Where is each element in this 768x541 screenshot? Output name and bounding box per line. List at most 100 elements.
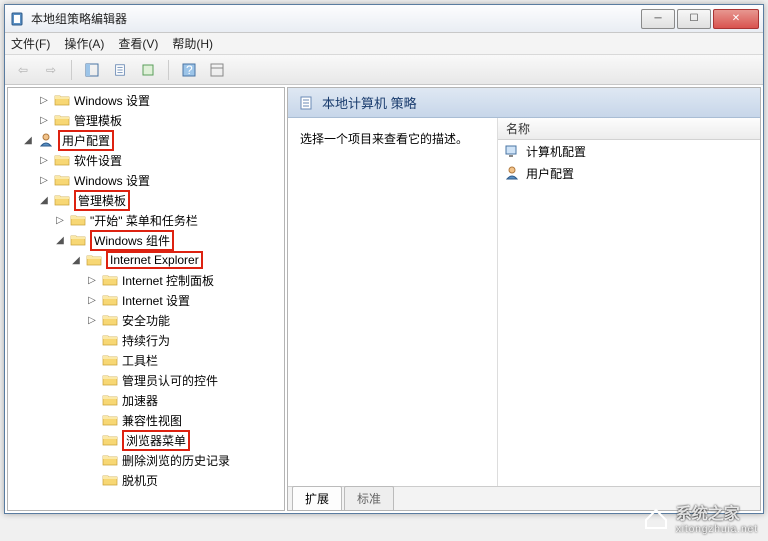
collapse-icon[interactable]: ◢ xyxy=(54,235,66,246)
tree-label: Windows 组件 xyxy=(90,230,174,251)
tree-label: 用户配置 xyxy=(58,130,114,151)
collapse-icon[interactable]: ◢ xyxy=(70,255,82,266)
tree-item[interactable]: ▷ 安全功能 xyxy=(8,310,284,330)
watermark: 系统之家 xitongzhuia.net xyxy=(642,500,758,535)
folder-icon xyxy=(54,153,70,167)
show-tree-button[interactable] xyxy=(80,59,104,81)
right-header-title: 本地计算机 策略 xyxy=(322,93,417,112)
tree-item[interactable]: 加速器 xyxy=(8,390,284,410)
menu-action[interactable]: 操作(A) xyxy=(64,35,104,52)
folder-icon xyxy=(54,193,70,207)
tree-item[interactable]: ▷ 管理模板 xyxy=(8,110,284,130)
properties-button[interactable] xyxy=(108,59,132,81)
menubar: 文件(F) 操作(A) 查看(V) 帮助(H) xyxy=(5,33,763,55)
expand-icon[interactable]: ▷ xyxy=(38,155,50,166)
list-item-user-config[interactable]: 用户配置 xyxy=(498,162,760,184)
tree-pane: ▷ Windows 设置 ▷ 管理模板 ◢ 用户配置 ▷ 软件 xyxy=(7,87,285,511)
folder-icon xyxy=(102,333,118,347)
collapse-icon[interactable]: ◢ xyxy=(38,195,50,206)
tree-label: Windows 设置 xyxy=(74,92,150,109)
folder-icon xyxy=(54,173,70,187)
expand-icon[interactable]: ▷ xyxy=(38,115,50,126)
folder-icon xyxy=(102,413,118,427)
tree-scroll[interactable]: ▷ Windows 设置 ▷ 管理模板 ◢ 用户配置 ▷ 软件 xyxy=(8,88,284,510)
tree-item[interactable]: 脱机页 xyxy=(8,470,284,490)
folder-icon xyxy=(102,473,118,487)
toolbar-sep xyxy=(71,60,72,80)
toolbar-sep xyxy=(168,60,169,80)
back-button[interactable]: ⇦ xyxy=(11,59,35,81)
folder-icon xyxy=(102,453,118,467)
minimize-button[interactable]: ─ xyxy=(641,9,675,29)
list-item-computer-config[interactable]: 计算机配置 xyxy=(498,140,760,162)
forward-button[interactable]: ⇨ xyxy=(39,59,63,81)
window-title: 本地组策略编辑器 xyxy=(31,10,639,27)
expand-icon[interactable]: ▷ xyxy=(86,315,98,326)
close-button[interactable]: ✕ xyxy=(713,9,759,29)
tree-item-ie[interactable]: ◢ Internet Explorer xyxy=(8,250,284,270)
folder-icon xyxy=(102,313,118,327)
tree-item[interactable]: 管理员认可的控件 xyxy=(8,370,284,390)
tree-item[interactable]: 兼容性视图 xyxy=(8,410,284,430)
tree-item[interactable]: ▷ Windows 设置 xyxy=(8,90,284,110)
house-icon xyxy=(642,506,670,530)
tab-extended[interactable]: 扩展 xyxy=(292,486,342,510)
tree-item[interactable]: ▷ "开始" 菜单和任务栏 xyxy=(8,210,284,230)
tab-standard[interactable]: 标准 xyxy=(344,486,394,510)
list-pane: 名称 计算机配置 用户配置 xyxy=(498,118,760,486)
tree-item[interactable]: 工具栏 xyxy=(8,350,284,370)
tree-item[interactable]: ▷ Internet 控制面板 xyxy=(8,270,284,290)
tree-item[interactable]: ▷ Internet 设置 xyxy=(8,290,284,310)
svg-text:?: ? xyxy=(186,63,193,77)
tree-item-user-config[interactable]: ◢ 用户配置 xyxy=(8,130,284,150)
tree-label: 兼容性视图 xyxy=(122,412,182,429)
titlebar[interactable]: 本地组策略编辑器 ─ ☐ ✕ xyxy=(5,5,763,33)
folder-icon xyxy=(86,253,102,267)
expand-icon[interactable]: ▷ xyxy=(54,215,66,226)
menu-view[interactable]: 查看(V) xyxy=(118,35,158,52)
menu-file[interactable]: 文件(F) xyxy=(11,35,50,52)
tree-label: 加速器 xyxy=(122,392,158,409)
list-item-label: 计算机配置 xyxy=(526,143,586,160)
toolbar: ⇦ ⇨ ? xyxy=(5,55,763,85)
description-pane: 选择一个项目来查看它的描述。 xyxy=(288,118,498,486)
tree-label: 持续行为 xyxy=(122,332,170,349)
user-icon xyxy=(38,132,54,148)
tree-item-windows-components[interactable]: ◢ Windows 组件 xyxy=(8,230,284,250)
column-header-name[interactable]: 名称 xyxy=(498,118,760,140)
menu-help[interactable]: 帮助(H) xyxy=(172,35,213,52)
tree-label: 工具栏 xyxy=(122,352,158,369)
maximize-button[interactable]: ☐ xyxy=(677,9,711,29)
folder-icon xyxy=(70,213,86,227)
tree-label: Internet 控制面板 xyxy=(122,272,214,289)
filter-button[interactable] xyxy=(205,59,229,81)
watermark-url: xitongzhuia.net xyxy=(676,524,758,535)
right-header: 本地计算机 策略 xyxy=(288,88,760,118)
tree-item[interactable]: 持续行为 xyxy=(8,330,284,350)
folder-icon xyxy=(54,93,70,107)
tree-item-browser-menus[interactable]: 浏览器菜单 xyxy=(8,430,284,450)
user-icon xyxy=(504,165,520,181)
expand-icon[interactable]: ▷ xyxy=(38,95,50,106)
tree-label: 软件设置 xyxy=(74,152,122,169)
expand-icon[interactable]: ▷ xyxy=(38,175,50,186)
folder-icon xyxy=(102,353,118,367)
tree-item[interactable]: 删除浏览的历史记录 xyxy=(8,450,284,470)
export-button[interactable] xyxy=(136,59,160,81)
tree-label: 删除浏览的历史记录 xyxy=(122,452,230,469)
tree-item[interactable]: ▷ 软件设置 xyxy=(8,150,284,170)
tree-item-admin-templates[interactable]: ◢ 管理模板 xyxy=(8,190,284,210)
expand-icon[interactable]: ▷ xyxy=(86,295,98,306)
tree-label: 脱机页 xyxy=(122,472,158,489)
expand-icon[interactable]: ▷ xyxy=(86,275,98,286)
tree-label: 管理员认可的控件 xyxy=(122,372,218,389)
folder-icon xyxy=(70,233,86,247)
folder-icon xyxy=(102,273,118,287)
tree-label: Internet 设置 xyxy=(122,292,190,309)
help-button[interactable]: ? xyxy=(177,59,201,81)
right-pane: 本地计算机 策略 选择一个项目来查看它的描述。 名称 计算机配置 用户配置 xyxy=(287,87,761,511)
client-area: ▷ Windows 设置 ▷ 管理模板 ◢ 用户配置 ▷ 软件 xyxy=(5,85,763,513)
tree-item[interactable]: ▷ Windows 设置 xyxy=(8,170,284,190)
collapse-icon[interactable]: ◢ xyxy=(22,135,34,146)
pc-icon xyxy=(504,143,520,159)
